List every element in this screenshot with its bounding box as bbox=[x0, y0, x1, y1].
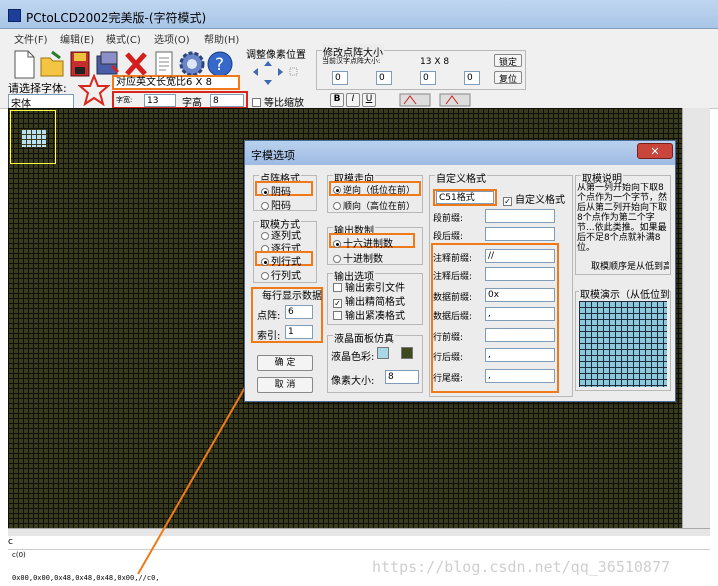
explain-text: 从第一列开始向下取8个点作为一个字节，然后从第二列开始向下取8个点作为第二个字节… bbox=[577, 183, 668, 253]
resize-bottom-input[interactable]: 0 bbox=[464, 71, 480, 85]
check-tight-format[interactable]: 输出紧凑格式 bbox=[333, 307, 405, 322]
field-seg-suffix[interactable] bbox=[485, 227, 555, 241]
field-label-line-suffix: 行后缀: bbox=[433, 353, 464, 363]
field-line-prefix[interactable] bbox=[485, 328, 555, 342]
resize-top-input[interactable]: 0 bbox=[376, 71, 392, 85]
field-label-data-suffix: 数据后缀: bbox=[433, 312, 473, 322]
toolbar: ? 调整像素位置 修改点阵大小 当前汉字点阵大小: 13 X 8 锁定 复位 0… bbox=[0, 44, 718, 110]
resize-left-input[interactable]: 0 bbox=[332, 71, 348, 85]
menu-edit[interactable]: 编辑(E) bbox=[60, 31, 94, 46]
status-char: c bbox=[8, 537, 13, 547]
menu-help[interactable]: 帮助(H) bbox=[204, 31, 239, 46]
index-count-select[interactable]: 1 bbox=[285, 325, 313, 339]
width-label: 字宽: bbox=[116, 96, 133, 104]
radio-column-row[interactable]: 列行式 bbox=[261, 253, 301, 268]
radio-hex[interactable]: 十六进制数 bbox=[333, 235, 393, 250]
pixel-arrows-icon[interactable] bbox=[250, 58, 300, 88]
dot-count-label: 点阵: bbox=[257, 311, 281, 322]
italic-button[interactable]: I bbox=[346, 93, 360, 107]
star-icon bbox=[78, 74, 110, 106]
radio-forward[interactable]: 顺向（高位在前） bbox=[333, 199, 421, 212]
new-icon[interactable] bbox=[10, 48, 38, 80]
scale-checkbox[interactable]: 等比缩放 bbox=[252, 94, 304, 109]
demo-label: 取模演示（从低位到高位） bbox=[579, 286, 669, 301]
radio-decimal[interactable]: 十进制数 bbox=[333, 250, 383, 265]
demo-grid bbox=[579, 301, 667, 387]
radio-reverse[interactable]: 逆向（低位在前） bbox=[333, 183, 415, 196]
open-icon[interactable] bbox=[38, 48, 66, 80]
ok-button[interactable]: 确 定 bbox=[257, 355, 313, 371]
radio-yangma[interactable]: 阳码 bbox=[261, 197, 291, 212]
per-line-label: 每行显示数据 bbox=[262, 291, 322, 302]
field-label-seg-prefix: 段前缀: bbox=[433, 214, 464, 224]
app-icon bbox=[8, 9, 21, 22]
field-label-line-prefix: 行前缀: bbox=[433, 333, 464, 343]
pixel-size-select[interactable]: 8 bbox=[385, 370, 419, 384]
height-select[interactable]: 8 bbox=[210, 94, 244, 107]
radio-row-column[interactable]: 行列式 bbox=[261, 267, 301, 282]
svg-text:?: ? bbox=[215, 55, 224, 75]
custom-format-label: 自定义格式 bbox=[435, 170, 487, 185]
check-compact-format[interactable]: ✓ 输出精简格式 bbox=[333, 293, 405, 308]
lcd-color-on-swatch[interactable] bbox=[377, 347, 389, 359]
alignment-icons[interactable] bbox=[398, 92, 478, 108]
font-description: 对应英文长宽比6 X 8 bbox=[112, 75, 240, 90]
status-divider bbox=[8, 549, 710, 550]
cancel-button[interactable]: 取 消 bbox=[257, 377, 313, 393]
current-size-label: 当前汉字点阵大小: bbox=[322, 57, 381, 65]
field-label-seg-suffix: 段后缀: bbox=[433, 232, 464, 242]
explain-order: 取模顺序是从低到高 bbox=[591, 262, 669, 271]
menu-options[interactable]: 选项(O) bbox=[154, 31, 190, 46]
width-select[interactable]: 13 bbox=[144, 94, 176, 107]
status-line: c(0) bbox=[12, 551, 26, 559]
field-comment-suffix[interactable] bbox=[485, 267, 555, 281]
dot-count-select[interactable]: 6 bbox=[285, 305, 313, 319]
bold-button[interactable]: B bbox=[330, 93, 344, 107]
radio-yinma[interactable]: 阴码 bbox=[261, 183, 291, 198]
lcd-color-label: 液晶色彩: bbox=[331, 352, 375, 363]
lcd-color-off-swatch[interactable] bbox=[401, 347, 413, 359]
char-preview bbox=[10, 110, 56, 164]
underline-button[interactable]: U bbox=[362, 93, 376, 107]
field-line-end[interactable]: , bbox=[485, 369, 555, 383]
pixel-size-label: 像素大小: bbox=[331, 376, 375, 387]
horizontal-scrollbar[interactable] bbox=[8, 528, 710, 536]
watermark: https://blog.csdn.net/qq_36510877 bbox=[372, 558, 671, 576]
dialog-title: 字模选项 bbox=[251, 149, 295, 162]
field-seg-prefix[interactable] bbox=[485, 209, 555, 223]
dialog-title-bar: 字模选项 ✕ bbox=[245, 141, 675, 165]
current-size-value: 13 X 8 bbox=[420, 57, 450, 67]
height-label: 字高 bbox=[182, 98, 202, 109]
field-comment-prefix[interactable]: // bbox=[485, 249, 555, 263]
field-line-suffix[interactable]: , bbox=[485, 348, 555, 362]
title-bar: PCtoLCD2002完美版-(字符模式) bbox=[0, 0, 718, 29]
menu-mode[interactable]: 模式(C) bbox=[106, 31, 141, 46]
restore-button[interactable]: 复位 bbox=[494, 71, 522, 85]
field-data-prefix[interactable]: 0x bbox=[485, 288, 555, 302]
check-index-file[interactable]: 输出索引文件 bbox=[333, 279, 405, 294]
check-custom-format[interactable]: ✓ 自定义格式 bbox=[503, 191, 569, 206]
lock-button[interactable]: 锁定 bbox=[494, 54, 522, 68]
lcd-sim-label: 液晶面板仿真 bbox=[333, 330, 395, 345]
field-data-suffix[interactable]: , bbox=[485, 307, 555, 321]
close-button[interactable]: ✕ bbox=[637, 143, 673, 159]
resize-right-input[interactable]: 0 bbox=[420, 71, 436, 85]
vertical-scrollbar[interactable] bbox=[682, 108, 710, 528]
font-options-dialog: 字模选项 ✕ 点阵格式 阴码 阳码 取模方式 逐列式 逐行式 列行式 行列式 每… bbox=[244, 140, 676, 402]
index-count-label: 索引: bbox=[257, 331, 281, 342]
field-label-comment-suffix: 注释后缀: bbox=[433, 272, 473, 282]
format-select[interactable]: C51格式 bbox=[436, 191, 494, 204]
menu-file[interactable]: 文件(F) bbox=[14, 31, 48, 46]
font-select[interactable]: 宋体 bbox=[8, 94, 74, 110]
field-label-comment-prefix: 注释前缀: bbox=[433, 254, 473, 264]
window-title: PCtoLCD2002完美版-(字符模式) bbox=[26, 11, 207, 25]
field-label-line-end: 行尾缀: bbox=[433, 374, 464, 384]
field-label-data-prefix: 数据前缀: bbox=[433, 293, 473, 303]
